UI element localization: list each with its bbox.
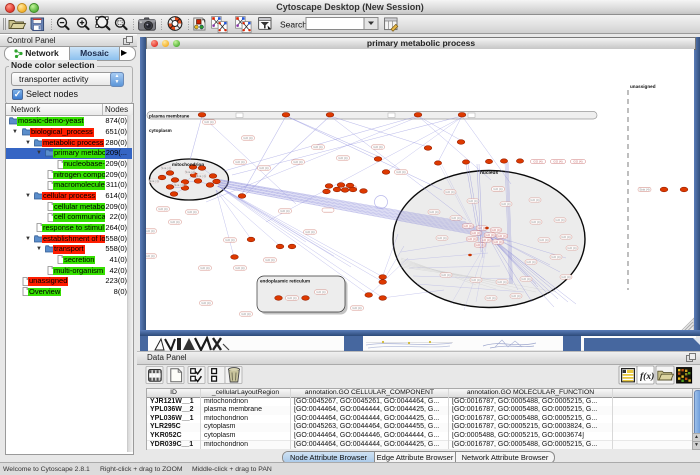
- svg-text:Sink (4): Sink (4): [175, 183, 184, 187]
- svg-text:GO (4): GO (4): [497, 234, 506, 238]
- svg-text:endoplasmic reticulum: endoplasmic reticulum: [260, 279, 310, 284]
- svg-text:GO (4): GO (4): [553, 160, 562, 164]
- svg-text:GO (4): GO (4): [526, 260, 535, 264]
- svg-text:GO (4): GO (4): [468, 199, 477, 203]
- svg-text:GO (4): GO (4): [396, 170, 405, 174]
- svg-text:GO (4): GO (4): [235, 160, 244, 164]
- svg-text:GO (4): GO (4): [158, 207, 167, 211]
- svg-text:GO (4): GO (4): [471, 278, 480, 282]
- svg-text:GO (4): GO (4): [429, 210, 438, 214]
- svg-text:nucleus: nucleus: [480, 170, 498, 176]
- svg-text:GO (4): GO (4): [573, 160, 582, 164]
- svg-text:GO (4): GO (4): [437, 236, 446, 240]
- svg-text:GO (4): GO (4): [338, 156, 347, 160]
- svg-text:GO (4): GO (4): [531, 220, 540, 224]
- svg-text:GO (4): GO (4): [485, 233, 494, 237]
- svg-text:unassigned: unassigned: [630, 84, 656, 89]
- svg-text:GO (4): GO (4): [445, 190, 454, 194]
- svg-text:GO (4): GO (4): [316, 290, 325, 294]
- svg-text:GO (4): GO (4): [146, 229, 155, 233]
- svg-text:GO (4): GO (4): [493, 187, 502, 191]
- svg-text:GO (4): GO (4): [463, 224, 472, 228]
- svg-text:GO (4): GO (4): [561, 275, 570, 279]
- svg-text:GO (4): GO (4): [481, 238, 490, 242]
- svg-text:Sink (4): Sink (4): [150, 179, 159, 183]
- svg-text:GO (4): GO (4): [204, 120, 213, 124]
- svg-text:GO (4): GO (4): [293, 160, 302, 164]
- svg-text:GO (4): GO (4): [146, 254, 155, 258]
- svg-text:GO (4): GO (4): [187, 210, 196, 214]
- svg-text:GO (4): GO (4): [491, 228, 500, 232]
- svg-text:cytoplasm: cytoplasm: [149, 128, 172, 133]
- svg-text:GO (4): GO (4): [539, 238, 548, 242]
- svg-text:GO (4): GO (4): [287, 296, 296, 300]
- svg-text:GO (4): GO (4): [486, 296, 495, 300]
- svg-text:Sink (4): Sink (4): [639, 188, 649, 192]
- svg-text:GO (4): GO (4): [530, 198, 539, 202]
- svg-text:GO (4): GO (4): [280, 209, 289, 213]
- svg-text:GO (4): GO (4): [521, 277, 530, 281]
- svg-text:Sink (4): Sink (4): [197, 174, 206, 178]
- svg-text:GO (4): GO (4): [467, 237, 476, 241]
- svg-text:GO (4): GO (4): [201, 301, 210, 305]
- svg-text:GO (4): GO (4): [259, 166, 268, 170]
- svg-text:GO (4): GO (4): [511, 294, 520, 298]
- svg-text:GO (4): GO (4): [313, 145, 322, 149]
- svg-text:GO (4): GO (4): [243, 136, 252, 140]
- svg-text:Search:: Search:: [280, 20, 309, 30]
- svg-text:GO (4): GO (4): [501, 202, 510, 206]
- svg-text:GO (4): GO (4): [441, 273, 450, 277]
- svg-text:GO (4): GO (4): [200, 266, 209, 270]
- svg-text:Sink (4): Sink (4): [186, 170, 195, 174]
- svg-text:GO (4): GO (4): [235, 266, 244, 270]
- svg-text:plasma membrane: plasma membrane: [149, 113, 190, 118]
- svg-text:GO (4): GO (4): [265, 258, 274, 262]
- svg-text:GO (4): GO (4): [555, 218, 564, 222]
- svg-text:GO (4): GO (4): [475, 243, 484, 247]
- svg-text:f(x): f(x): [640, 371, 654, 382]
- svg-text:Sink (4): Sink (4): [162, 166, 171, 170]
- svg-text:GO (4): GO (4): [451, 216, 460, 220]
- svg-text:GO (4): GO (4): [493, 240, 502, 244]
- svg-text:GO (4): GO (4): [551, 255, 560, 259]
- svg-text:GO (4): GO (4): [225, 238, 234, 242]
- svg-text:GO (4): GO (4): [471, 231, 480, 235]
- svg-text:mitochondrion: mitochondrion: [172, 162, 204, 167]
- svg-text:GO (4): GO (4): [305, 230, 314, 234]
- svg-text:GO (4): GO (4): [533, 160, 542, 164]
- svg-text:GO (4): GO (4): [567, 246, 576, 250]
- svg-text:GO (4): GO (4): [497, 280, 506, 284]
- svg-text:GO (4): GO (4): [241, 312, 250, 316]
- svg-text:GO (4): GO (4): [352, 306, 361, 310]
- svg-text:GO (4): GO (4): [170, 220, 179, 224]
- svg-text:GO (4): GO (4): [561, 235, 570, 239]
- svg-text:GO (4): GO (4): [373, 145, 382, 149]
